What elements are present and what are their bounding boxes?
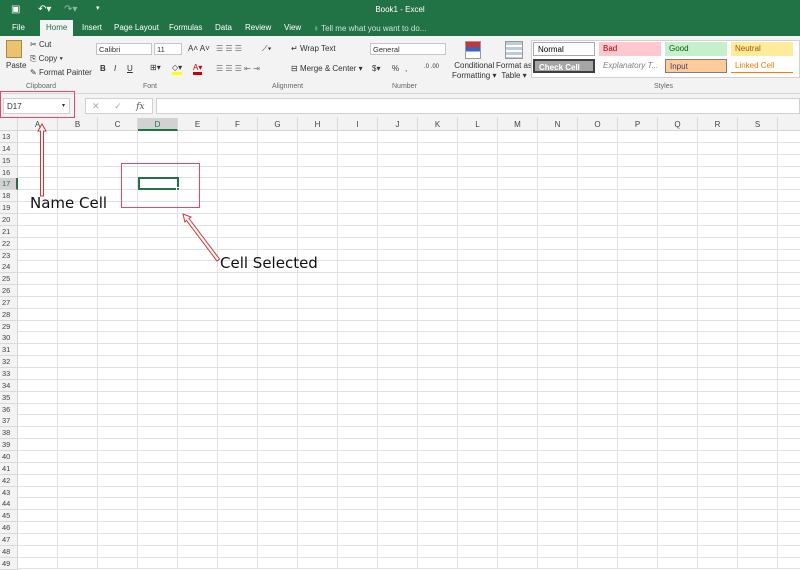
cell-selected-arrow [182,213,221,262]
name-cell-annotation: Name Cell [30,194,108,212]
cell-selected-annotation: Cell Selected [220,254,318,272]
name-cell-arrow [37,122,47,197]
annotation-arrows [37,122,221,262]
